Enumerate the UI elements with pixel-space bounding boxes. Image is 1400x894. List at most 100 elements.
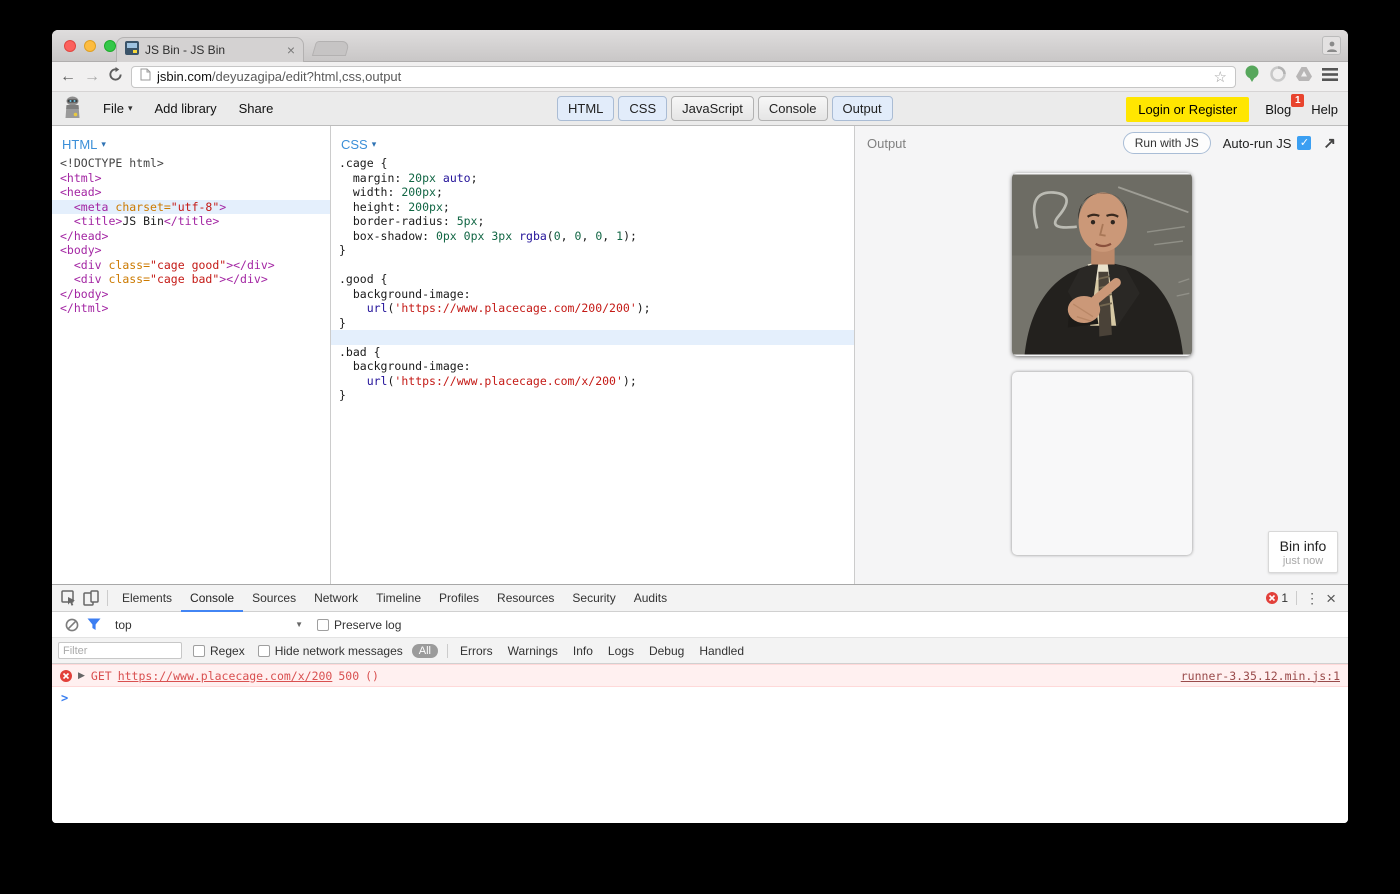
code-line[interactable]: } <box>331 316 854 331</box>
level-filter-info[interactable]: Info <box>570 644 596 658</box>
back-icon[interactable]: ← <box>60 68 76 85</box>
html-panel-button[interactable]: HTML <box>557 96 615 121</box>
hide-network-toggle[interactable]: Hide network messages <box>257 644 403 658</box>
javascript-panel-button[interactable]: JavaScript <box>671 96 754 121</box>
profile-icon[interactable] <box>1322 36 1341 55</box>
code-line[interactable]: .bad { <box>331 345 854 360</box>
help-link[interactable]: Help <box>1311 102 1338 117</box>
error-url-link[interactable]: https://www.placecage.com/x/200 <box>118 669 333 683</box>
devtools-tab-timeline[interactable]: Timeline <box>367 585 430 612</box>
code-line[interactable]: background-image: <box>331 287 854 302</box>
code-line[interactable]: background-image: <box>331 359 854 374</box>
code-line[interactable]: .good { <box>331 272 854 287</box>
code-line[interactable]: <head> <box>52 185 330 200</box>
devtools-tab-sources[interactable]: Sources <box>243 585 305 612</box>
code-line[interactable]: .cage { <box>331 156 854 171</box>
code-line[interactable]: } <box>331 243 854 258</box>
menu-icon[interactable] <box>1322 67 1338 86</box>
code-line[interactable] <box>331 258 854 273</box>
code-line[interactable]: <div class="cage good"></div> <box>52 258 330 273</box>
code-line[interactable]: <div class="cage bad"></div> <box>52 272 330 287</box>
output-panel-button[interactable]: Output <box>831 96 893 121</box>
css-panel-button[interactable]: CSS <box>618 96 668 121</box>
code-line[interactable]: margin: 20px auto; <box>331 171 854 186</box>
code-line[interactable]: border-radius: 5px; <box>331 214 854 229</box>
drive-extension-icon[interactable] <box>1296 67 1312 86</box>
code-line[interactable]: height: 200px; <box>331 200 854 215</box>
code-line[interactable]: <!DOCTYPE html> <box>52 156 330 171</box>
device-toolbar-icon[interactable] <box>80 585 102 612</box>
code-line[interactable]: url('https://www.placecage.com/x/200'); <box>331 374 854 389</box>
devtools-tab-audits[interactable]: Audits <box>625 585 676 612</box>
url-text[interactable]: jsbin.com/deyuzagipa/edit?html,css,outpu… <box>157 69 1208 84</box>
popout-arrow-icon[interactable]: ↗ <box>1323 134 1336 152</box>
devtools-tab-network[interactable]: Network <box>305 585 367 612</box>
devtools-tab-resources[interactable]: Resources <box>488 585 563 612</box>
devtools-tab-elements[interactable]: Elements <box>113 585 181 612</box>
devtools-tab-security[interactable]: Security <box>563 585 624 612</box>
run-with-js-button[interactable]: Run with JS <box>1122 132 1211 154</box>
level-filter-debug[interactable]: Debug <box>646 644 687 658</box>
pin-extension-icon[interactable] <box>1244 65 1260 88</box>
code-line[interactable]: </head> <box>52 229 330 244</box>
code-line[interactable]: url('https://www.placecage.com/200/200')… <box>331 301 854 316</box>
autorun-checkbox[interactable]: ✓ <box>1297 136 1312 150</box>
inspect-element-icon[interactable] <box>58 585 80 612</box>
code-line[interactable]: } <box>331 388 854 403</box>
code-line[interactable] <box>331 330 854 345</box>
level-filter-handled[interactable]: Handled <box>696 644 747 658</box>
html-code[interactable]: <!DOCTYPE html> <html> <head> <meta charse… <box>52 156 330 316</box>
devtools-tab-profiles[interactable]: Profiles <box>430 585 488 612</box>
regex-checkbox[interactable] <box>193 644 205 657</box>
address-bar[interactable]: jsbin.com/deyuzagipa/edit?html,css,outpu… <box>131 65 1236 88</box>
clear-console-icon[interactable] <box>61 611 83 638</box>
error-count-badge[interactable]: 1 <box>1266 591 1298 605</box>
share-menu[interactable]: Share <box>239 101 274 116</box>
bin-info-box[interactable]: Bin info just now <box>1268 531 1338 573</box>
window-zoom-button[interactable] <box>104 40 116 52</box>
devtools-close-icon[interactable]: × <box>1326 590 1336 607</box>
file-menu[interactable]: File ▾ <box>103 101 132 116</box>
css-code[interactable]: .cage { margin: 20px auto; width: 200px;… <box>331 156 854 403</box>
frame-context-select[interactable]: top ▼ <box>115 618 303 632</box>
bookmark-star-icon[interactable]: ☆ <box>1214 68 1227 86</box>
blog-link[interactable]: Blog 1 <box>1265 93 1305 117</box>
browser-tab[interactable]: JS Bin - JS Bin × <box>116 37 304 62</box>
console-panel-button[interactable]: Console <box>757 96 828 121</box>
window-close-button[interactable] <box>64 40 76 52</box>
hide-network-checkbox[interactable] <box>257 644 270 657</box>
filter-funnel-icon[interactable] <box>83 611 105 638</box>
preserve-log-checkbox[interactable] <box>317 618 329 631</box>
console-prompt[interactable]: > <box>52 687 1348 709</box>
autorun-toggle[interactable]: Auto-run JS ✓ <box>1223 136 1312 151</box>
html-panel-dropdown[interactable]: HTML ▾ <box>52 126 330 156</box>
level-filter-logs[interactable]: Logs <box>605 644 637 658</box>
preserve-log-toggle[interactable]: Preserve log <box>317 618 401 632</box>
tab-close-icon[interactable]: × <box>287 43 295 57</box>
code-line[interactable]: <title>JS Bin</title> <box>52 214 330 229</box>
window-minimize-button[interactable] <box>84 40 96 52</box>
devtools-tab-console[interactable]: Console <box>181 585 243 612</box>
regex-toggle[interactable]: Regex <box>193 644 245 658</box>
error-source-link[interactable]: runner-3.35.12.min.js:1 <box>1181 669 1340 683</box>
code-line[interactable]: <meta charset="utf-8"> <box>52 199 330 214</box>
code-line[interactable]: <body> <box>52 243 330 258</box>
jsbin-logo-icon[interactable] <box>64 96 81 122</box>
level-filter-all[interactable]: All <box>411 643 438 658</box>
css-panel-dropdown[interactable]: CSS ▾ <box>331 126 854 156</box>
code-line[interactable]: box-shadow: 0px 0px 3px rgba(0, 0, 0, 1)… <box>331 229 854 244</box>
forward-icon[interactable]: → <box>84 68 100 85</box>
code-line[interactable]: </body> <box>52 287 330 302</box>
disclosure-triangle-icon[interactable]: ▶ <box>78 670 85 681</box>
code-line[interactable]: </html> <box>52 301 330 316</box>
code-line[interactable]: width: 200px; <box>331 185 854 200</box>
add-library-menu[interactable]: Add library <box>154 101 216 116</box>
code-line[interactable]: <html> <box>52 171 330 186</box>
overflow-menu-icon[interactable]: ⋮ <box>1305 590 1319 607</box>
login-register-button[interactable]: Login or Register <box>1126 96 1250 122</box>
swirl-extension-icon[interactable] <box>1270 66 1286 87</box>
filter-input[interactable] <box>58 642 182 659</box>
new-tab-button[interactable] <box>311 41 351 56</box>
level-filter-warnings[interactable]: Warnings <box>505 644 561 658</box>
reload-icon[interactable] <box>108 66 123 87</box>
